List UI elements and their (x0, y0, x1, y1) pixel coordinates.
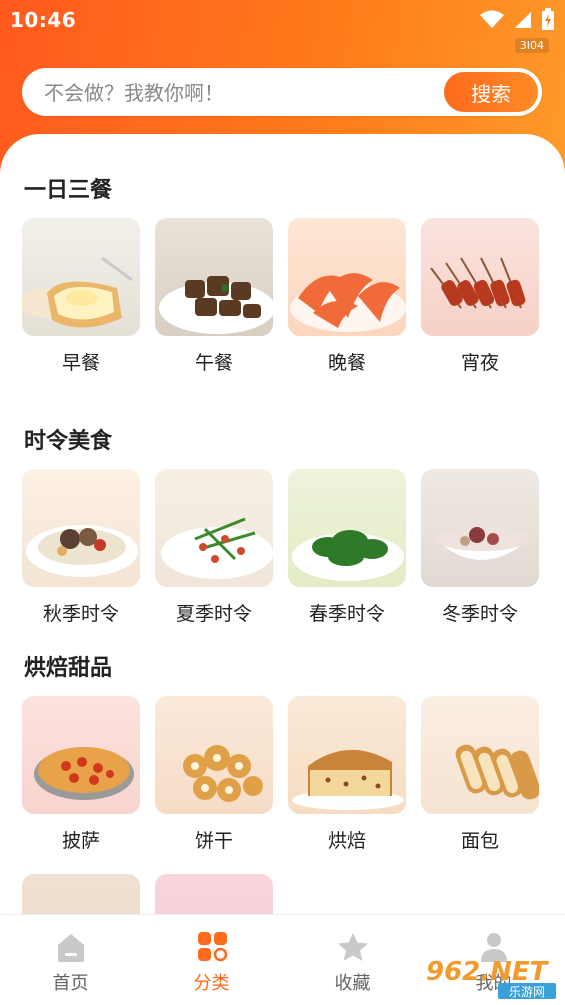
baking-image (288, 696, 406, 814)
lunch-image (155, 218, 273, 336)
category-item-cookies[interactable]: 饼干 (155, 696, 273, 853)
category-label: 饼干 (194, 830, 233, 852)
tab-label: 首页 (52, 973, 89, 994)
category-item-late-night[interactable]: 宵夜 (421, 218, 539, 375)
category-label: 宵夜 (460, 352, 499, 374)
section-title-baking: 烘焙甜品 (24, 656, 113, 681)
category-label: 春季时令 (308, 603, 385, 625)
search-input[interactable] (22, 68, 466, 118)
status-sub-badge: 3I04 (514, 38, 549, 53)
category-item-bread[interactable]: 面包 (421, 696, 539, 853)
breakfast-image (22, 218, 140, 336)
category-item-winter[interactable]: 冬季时令 (421, 469, 539, 626)
autumn-image (22, 469, 140, 587)
wifi-icon (480, 10, 504, 28)
category-item-summer[interactable]: 夏季时令 (155, 469, 273, 626)
summer-image (155, 469, 273, 587)
tab-category[interactable]: 分类 (141, 915, 282, 1005)
category-item-spring[interactable]: 春季时令 (288, 469, 406, 626)
section-title-meals: 一日三餐 (24, 178, 113, 203)
cookies-image (155, 696, 273, 814)
more-2-image (155, 874, 273, 914)
tab-label: 分类 (193, 973, 230, 994)
category-item-baking[interactable]: 烘焙 (288, 696, 406, 853)
category-label: 晚餐 (327, 352, 366, 374)
pizza-image (22, 696, 140, 814)
section-title-seasonal: 时令美食 (24, 429, 113, 454)
tab-favorites[interactable]: 收藏 (282, 915, 423, 1005)
star-icon (337, 933, 368, 961)
category-content: 一日三餐 早餐 午餐 晚餐 宵夜 时令美食 秋季时令 夏季时令 春季时令 冬季时… (0, 134, 565, 914)
category-item-more-1[interactable] (22, 874, 140, 914)
category-label: 秋季时令 (42, 603, 119, 625)
dinner-image (288, 218, 406, 336)
home-icon (57, 934, 84, 962)
category-label: 午餐 (194, 352, 233, 374)
watermark-text: 962.NET (426, 957, 550, 987)
category-label: 披萨 (61, 830, 100, 852)
search-bar: 搜索 (22, 68, 542, 118)
category-label: 夏季时令 (175, 603, 252, 625)
status-time: 10:46 (10, 8, 77, 32)
category-item-lunch[interactable]: 午餐 (155, 218, 273, 375)
battery-icon (542, 8, 554, 30)
category-item-dinner[interactable]: 晚餐 (288, 218, 406, 375)
late-night-image (421, 218, 539, 336)
category-label: 面包 (460, 830, 499, 852)
watermark-logo: 962.NET 乐游网 (424, 952, 559, 1000)
category-item-breakfast[interactable]: 早餐 (22, 218, 140, 375)
more-1-image (22, 874, 140, 914)
spring-image (288, 469, 406, 587)
category-item-pizza[interactable]: 披萨 (22, 696, 140, 853)
search-button[interactable]: 搜索 (444, 72, 538, 112)
status-icons (479, 8, 555, 30)
watermark-sub: 乐游网 (509, 985, 545, 999)
signal-icon (515, 12, 531, 28)
status-bar: 10:46 3I04 (0, 0, 565, 53)
category-label: 早餐 (61, 352, 100, 374)
category-item-more-2[interactable] (155, 874, 273, 914)
category-icon (197, 932, 227, 962)
bread-image (421, 696, 539, 814)
tab-label: 收藏 (334, 973, 371, 994)
winter-image (421, 469, 539, 587)
tab-home[interactable]: 首页 (0, 915, 141, 1005)
category-item-autumn[interactable]: 秋季时令 (22, 469, 140, 626)
category-label: 烘焙 (327, 830, 366, 852)
category-label: 冬季时令 (441, 603, 518, 625)
